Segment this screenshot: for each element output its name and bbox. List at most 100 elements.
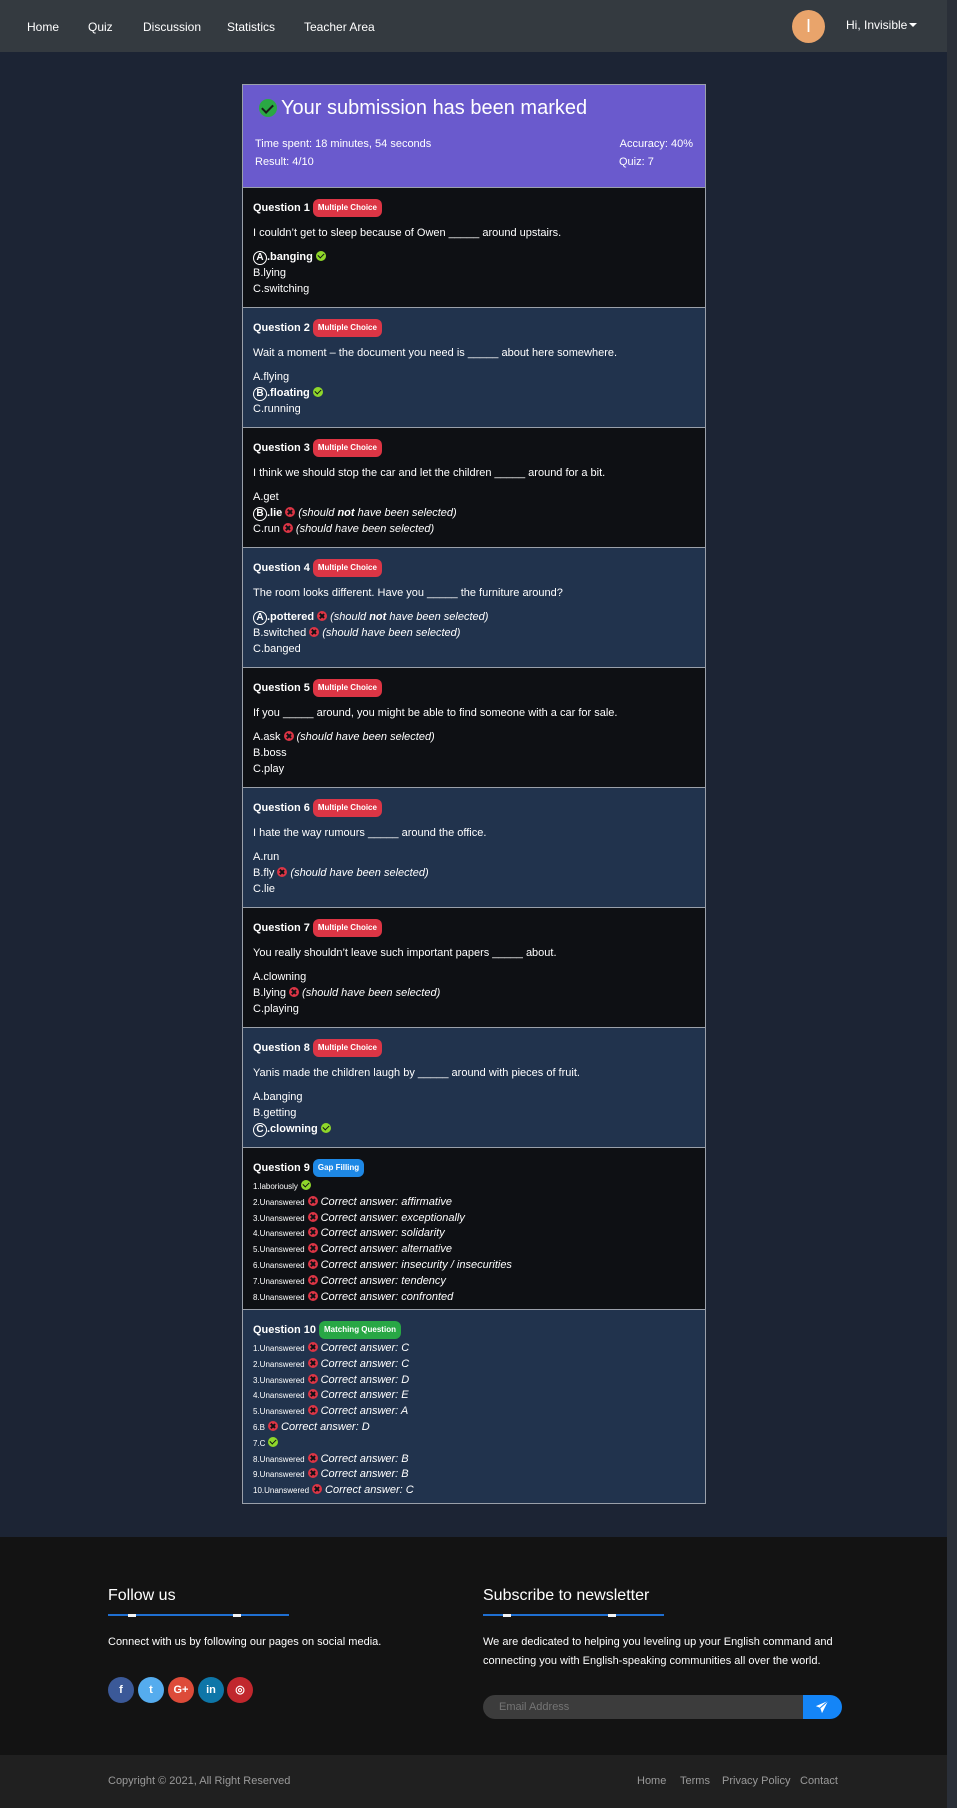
nav-quiz-link[interactable]: Quiz xyxy=(88,20,113,34)
top-navbar: Home Quiz Discussion Statistics Teacher … xyxy=(0,0,947,52)
user-menu-dropdown[interactable]: Hi, Invisible xyxy=(846,18,918,32)
cross-icon xyxy=(307,1290,318,1301)
option-item: C.running xyxy=(253,401,695,417)
question-text: I think we should stop the car and let t… xyxy=(253,467,606,479)
cross-icon xyxy=(307,1452,318,1463)
answer-item: 5.Unanswered Correct answer: A xyxy=(253,1404,695,1420)
option-label: C.play xyxy=(253,763,285,775)
option-label: C.switching xyxy=(253,283,310,295)
cross-icon xyxy=(307,1227,318,1238)
instagram-icon[interactable]: ◎ xyxy=(227,1677,253,1703)
question-header: Question 10 Matching Question xyxy=(253,1321,695,1339)
facebook-icon[interactable]: f xyxy=(108,1677,134,1703)
correct-answer: Correct answer: E xyxy=(320,1389,409,1402)
correct-answer: Correct answer: D xyxy=(281,1420,370,1433)
google-plus-icon[interactable]: G+ xyxy=(168,1677,194,1703)
question-type-badge: Multiple Choice xyxy=(312,919,382,937)
nav-statistics-link[interactable]: Statistics xyxy=(227,20,275,34)
cross-icon xyxy=(307,1389,318,1400)
question-header: Question 4 Multiple Choice xyxy=(253,559,695,577)
feedback-note-text: (should have been selected) xyxy=(296,731,435,743)
feedback-note-text: have been selected) xyxy=(354,507,457,519)
result-score: Result: 4/10 xyxy=(255,156,314,168)
footer-home-link[interactable]: Home xyxy=(637,1775,666,1787)
cross-icon xyxy=(307,1258,318,1269)
question-card: Question 1 Multiple Choice I couldn’t get … xyxy=(243,187,705,307)
underline-dot xyxy=(128,1614,136,1617)
twitter-icon[interactable]: t xyxy=(138,1677,164,1703)
question-title: Question 8 xyxy=(253,1042,310,1054)
answer-label: 1.laboriously xyxy=(253,1182,298,1191)
option-list: A.ask (should have been selected) B.boss C.… xyxy=(253,729,695,777)
option-item: A.banging xyxy=(253,1089,695,1105)
question-title: Question 10 xyxy=(253,1324,316,1336)
newsletter-title: Subscribe to newsletter xyxy=(483,1587,650,1604)
option-label: C.playing xyxy=(253,1003,299,1015)
option-item: B.lying (should have been selected) xyxy=(253,985,695,1001)
option-label: A.clowning xyxy=(253,971,307,983)
feedback-note-emphasis: not xyxy=(337,507,355,519)
option-item: C.banged xyxy=(253,641,695,657)
question-header: Question 9 Gap Filling xyxy=(253,1159,695,1177)
feedback-note: (should not have been selected) xyxy=(330,611,488,623)
feedback-note: (should have been selected) xyxy=(322,627,460,639)
footer-privacy-link[interactable]: Privacy Policy xyxy=(722,1775,790,1787)
cross-icon xyxy=(307,1195,318,1206)
subscribe-button[interactable] xyxy=(803,1695,842,1719)
cross-icon xyxy=(289,987,300,997)
question-title: Question 3 xyxy=(253,442,310,454)
option-label: C.lie xyxy=(253,883,276,895)
cross-icon xyxy=(307,1373,318,1384)
question-type-badge: Multiple Choice xyxy=(312,799,382,817)
option-list: A .pottered (should not have been selected… xyxy=(253,609,695,657)
feedback-note-text: (should have been selected) xyxy=(322,627,461,639)
result-header: Your submission has been marked Time spe… xyxy=(243,85,705,187)
option-label: B.getting xyxy=(253,1107,297,1119)
nav-home-link[interactable]: Home xyxy=(27,20,59,34)
option-label: .lie xyxy=(267,507,283,519)
underline-dot xyxy=(503,1614,511,1617)
linkedin-icon[interactable]: in xyxy=(198,1677,224,1703)
answer-label: 10.Unanswered xyxy=(253,1486,310,1496)
question-card: Question 8 Multiple Choice Yanis made the … xyxy=(243,1027,705,1147)
option-label: B.switched xyxy=(253,627,307,639)
question-type-badge: Multiple Choice xyxy=(312,679,382,697)
option-item: B.getting xyxy=(253,1105,695,1121)
answer-label: 4.Unanswered xyxy=(253,1229,305,1239)
option-label: A.get xyxy=(253,491,279,503)
question-card: Question 4 Multiple Choice The room looks … xyxy=(243,547,705,667)
answer-label: 5.Unanswered xyxy=(253,1245,305,1255)
question-text: If you _____ around, you might be able t… xyxy=(253,707,618,719)
question-header: Question 7 Multiple Choice xyxy=(253,919,695,937)
correct-answer: Correct answer: solidarity xyxy=(320,1227,445,1240)
scrollbar[interactable] xyxy=(947,0,957,1808)
newsletter-text-line-2: connecting you with English-speaking com… xyxy=(483,1655,821,1667)
answer-item: 6.B Correct answer: D xyxy=(253,1420,695,1436)
footer-terms-link[interactable]: Terms xyxy=(680,1775,710,1787)
option-list: A .banging B.lying C.switching xyxy=(253,249,695,297)
selected-option-letter: A xyxy=(253,611,267,625)
answer-label: 4.Unanswered xyxy=(253,1391,305,1401)
question-title: Question 7 xyxy=(253,922,310,934)
time-spent: Time spent: 18 minutes, 54 seconds xyxy=(255,138,432,150)
question-text: The room looks different. Have you _____… xyxy=(253,587,563,599)
option-list: A.flying B .floating C.running xyxy=(253,369,695,417)
question-type-badge: Multiple Choice xyxy=(312,1039,382,1057)
avatar[interactable]: I xyxy=(792,10,825,43)
cross-icon xyxy=(307,1274,318,1285)
correct-answer: Correct answer: A xyxy=(320,1405,409,1418)
cross-icon xyxy=(307,1243,318,1254)
nav-discussion-link[interactable]: Discussion xyxy=(143,20,201,34)
feedback-note: (should have been selected) xyxy=(297,731,435,743)
answer-label: 3.Unanswered xyxy=(253,1375,305,1385)
nav-teacher-area-link[interactable]: Teacher Area xyxy=(304,20,375,34)
question-type-badge: Multiple Choice xyxy=(312,439,382,457)
footer-contact-link[interactable]: Contact xyxy=(800,1775,838,1787)
question-title: Question 5 xyxy=(253,682,310,694)
question-header: Question 5 Multiple Choice xyxy=(253,679,695,697)
question-text: I couldn’t get to sleep because of Owen … xyxy=(253,227,562,239)
feedback-note-text: (should xyxy=(298,507,338,519)
email-input[interactable] xyxy=(483,1695,803,1719)
cross-icon xyxy=(307,1357,318,1368)
cross-icon xyxy=(283,731,294,741)
